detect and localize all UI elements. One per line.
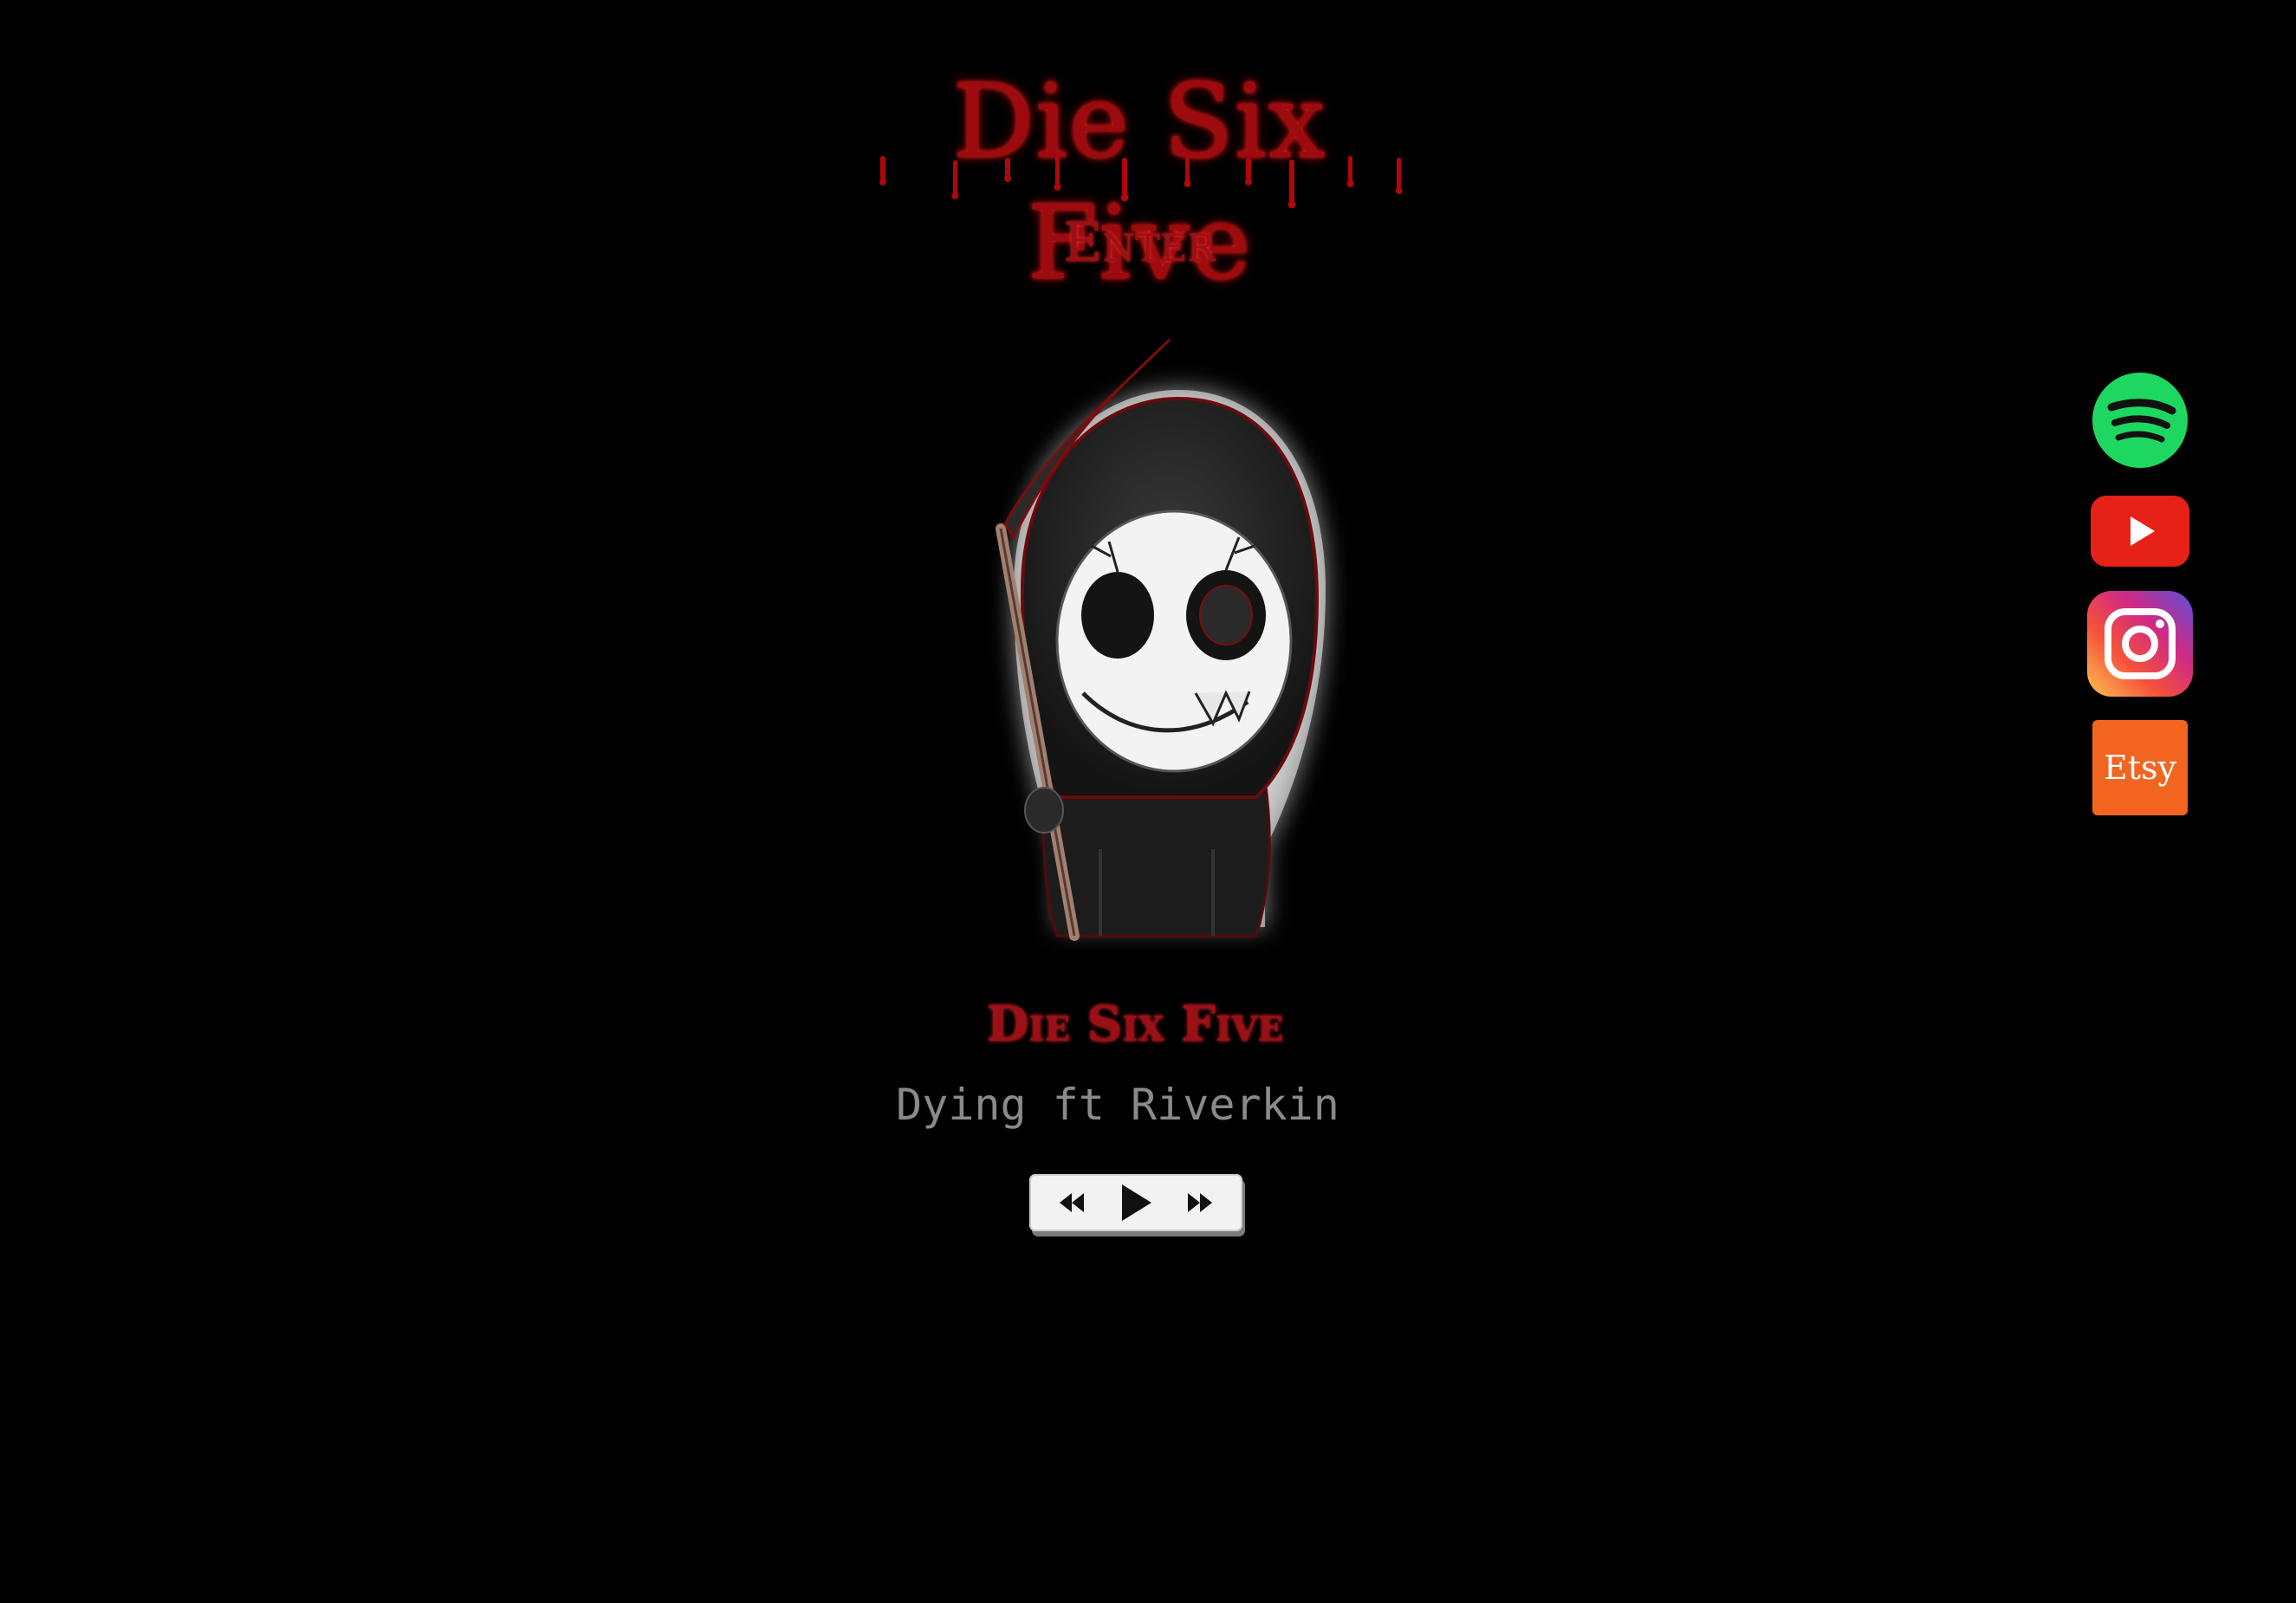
rewind-icon bbox=[1060, 1193, 1084, 1212]
enter-link[interactable]: Enter bbox=[975, 212, 1304, 273]
player-artist-name: Die Six Five bbox=[986, 996, 1284, 1053]
instagram-link[interactable] bbox=[2084, 591, 2196, 697]
grim-reaper-mascot-image bbox=[996, 338, 1326, 941]
rewind-button[interactable] bbox=[1056, 1191, 1087, 1215]
youtube-link[interactable] bbox=[2084, 494, 2196, 568]
fast-forward-button[interactable] bbox=[1184, 1191, 1216, 1215]
fast-forward-icon bbox=[1188, 1193, 1212, 1212]
spotify-link[interactable] bbox=[2084, 373, 2196, 468]
blood-drips-decoration bbox=[879, 156, 1403, 208]
youtube-icon bbox=[2091, 495, 2189, 567]
site-logo: Die Six Five bbox=[858, 61, 1421, 302]
player-track-title: Dying ft Riverkin bbox=[896, 1080, 1339, 1130]
play-icon bbox=[1122, 1184, 1151, 1221]
spotify-icon bbox=[2092, 373, 2188, 468]
play-button[interactable] bbox=[1117, 1182, 1155, 1223]
etsy-link[interactable]: Etsy bbox=[2084, 719, 2196, 816]
audio-player-controls bbox=[1029, 1174, 1242, 1231]
etsy-icon: Etsy bbox=[2092, 720, 2188, 815]
instagram-icon bbox=[2087, 591, 2193, 697]
